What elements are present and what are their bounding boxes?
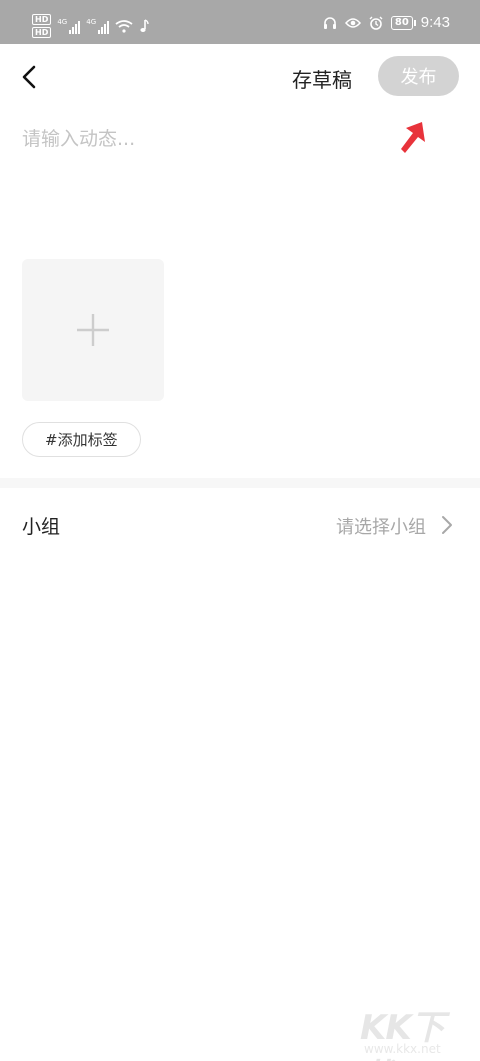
add-tag-button[interactable]: #添加标签 bbox=[22, 422, 141, 457]
group-selector-row[interactable]: 小组 请选择小组 bbox=[0, 488, 480, 560]
watermark: KK下载 www.kkx.net bbox=[352, 1000, 472, 1061]
status-time: 9:43 bbox=[420, 14, 450, 31]
status-bar-left: HD HD 4G 4G bbox=[32, 14, 149, 38]
music-note-icon bbox=[140, 19, 149, 32]
top-nav-bar: 存草稿 发布 bbox=[0, 44, 480, 110]
save-draft-button[interactable]: 存草稿 bbox=[292, 64, 352, 93]
publish-button[interactable]: 发布 bbox=[378, 56, 459, 96]
alarm-icon bbox=[369, 16, 383, 30]
chevron-left-icon bbox=[22, 65, 36, 89]
status-bar-right: 80 9:43 bbox=[323, 14, 450, 31]
post-content-input[interactable] bbox=[22, 124, 382, 234]
post-composer-screen: HD HD 4G 4G 80 9:43 存草稿 发布 请输入动态... #添加标… bbox=[0, 0, 480, 1061]
wifi-icon bbox=[115, 20, 133, 33]
cellular-signal-icon: 4G bbox=[86, 18, 110, 34]
section-divider bbox=[0, 478, 480, 488]
group-select-value: 请选择小组 bbox=[336, 517, 426, 538]
group-label: 小组 bbox=[22, 516, 61, 538]
eye-icon bbox=[344, 17, 361, 28]
watermark-url: www.kkx.net bbox=[364, 1042, 441, 1056]
battery-indicator: 80 bbox=[390, 15, 416, 30]
hd-badges: HD HD bbox=[32, 14, 52, 38]
headphones-icon bbox=[323, 16, 336, 29]
hd-badge: HD bbox=[32, 27, 52, 38]
hd-badge: HD bbox=[32, 14, 52, 25]
network-type: 4G bbox=[57, 18, 68, 26]
chevron-right-icon bbox=[442, 516, 452, 534]
plus-icon bbox=[77, 314, 109, 346]
network-type: 4G bbox=[86, 18, 97, 26]
add-image-button[interactable] bbox=[22, 259, 164, 401]
back-button[interactable] bbox=[14, 62, 44, 92]
annotation-arrow-icon bbox=[401, 122, 425, 153]
status-bar: HD HD 4G 4G 80 9:43 bbox=[0, 0, 480, 44]
cellular-signal-icon: 4G bbox=[57, 18, 81, 34]
